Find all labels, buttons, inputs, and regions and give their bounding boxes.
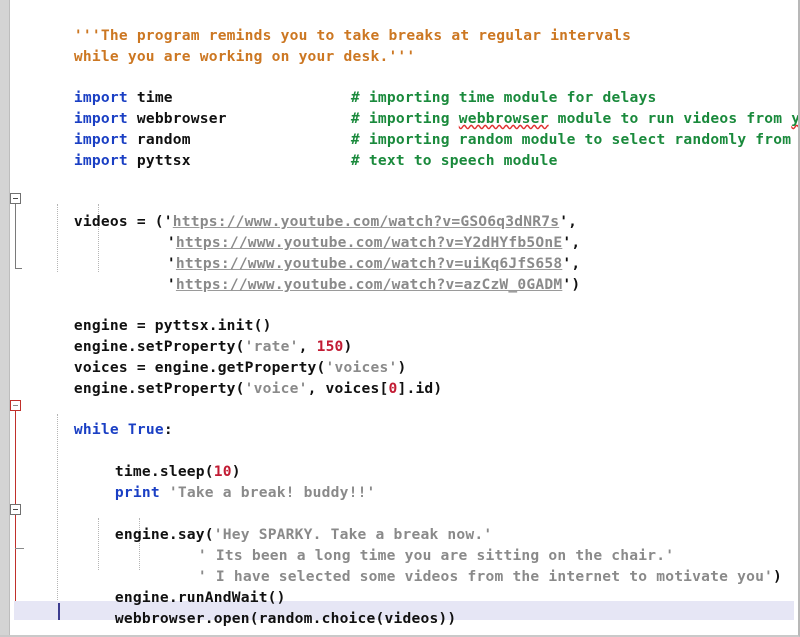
paren-close: ) [773, 568, 783, 585]
keyword-while: while [73, 421, 119, 438]
code-editor-window[interactable]: '''The program reminds you to take break… [0, 0, 800, 637]
code-line-engine-say[interactable]: engine.say('Hey SPARKY. Take a break now… [61, 503, 492, 543]
comment-text: # text to speech module [350, 152, 558, 169]
module-name: pyttsx [136, 152, 191, 169]
keyword-print: print [114, 484, 160, 501]
code-line-import-random[interactable]: import random [20, 108, 191, 148]
code-line-say-string-3[interactable]: ' I have selected some videos from the i… [144, 545, 782, 585]
paren-close: ) [433, 380, 443, 397]
code-line-set-rate[interactable]: engine.setProperty('rate', 150) [20, 315, 353, 355]
code-line-import-pyttsx[interactable]: import pyttsx [20, 129, 191, 169]
code-surface[interactable]: '''The program reminds you to take break… [10, 0, 798, 635]
code-line-while-true[interactable]: while True: [20, 398, 173, 438]
videos-suffix: ') [562, 276, 581, 293]
video-url-4[interactable]: https://www.youtube.com/watch?v=azCzW_0G… [176, 276, 562, 293]
code-line-video-4[interactable]: 'https://www.youtube.com/watch?v=azCzW_0… [113, 253, 580, 293]
code-line-get-voices[interactable]: voices = engine.getProperty('voices') [20, 336, 406, 376]
code-line-docstring-1[interactable]: '''The program reminds you to take break… [20, 4, 631, 44]
voices-index-open: , voices[ [307, 380, 389, 397]
colon: : [163, 421, 173, 438]
code-line-import-time[interactable]: import time [20, 66, 173, 106]
quote-open: ' [166, 276, 176, 293]
code-line-engine-init[interactable]: engine = pyttsx.init() [20, 294, 272, 334]
docstring-text: while you are working on your desk.''' [73, 48, 416, 65]
code-line-import-webbrowser[interactable]: import webbrowser [20, 87, 227, 127]
code-line-print[interactable]: print 'Take a break! buddy!!' [61, 461, 376, 501]
text-caret [58, 603, 60, 620]
code-line-time-sleep[interactable]: time.sleep(10) [61, 440, 241, 480]
code-line-open-browser[interactable]: webbrowser.open(random.choice(videos)) [61, 587, 456, 627]
code-line-video-3[interactable]: 'https://www.youtube.com/watch?v=uiKq6Jf… [113, 232, 580, 272]
code-line-videos-assign[interactable]: videos = ('https://www.youtube.com/watch… [20, 190, 577, 230]
comment-import-pyttsx: # text to speech module [297, 129, 558, 169]
set-voice-call: engine.setProperty( [73, 380, 245, 397]
code-line-set-voice[interactable]: engine.setProperty('voice', voices[0].id… [20, 357, 442, 397]
comment-import-time: # importing time module for delays [297, 66, 656, 106]
voices-index-close: ].id [397, 380, 434, 397]
keyword-true: True [127, 421, 164, 438]
code-line-say-string-2[interactable]: ' Its been a long time you are sitting o… [144, 524, 674, 564]
code-line-run-and-wait[interactable]: engine.runAndWait() [61, 566, 286, 606]
editor-gutter [0, 0, 10, 635]
code-line-video-2[interactable]: 'https://www.youtube.com/watch?v=Y2dHYfb… [113, 211, 580, 251]
comment-import-webbrowser: # importing webbrowser module to run vid… [297, 87, 798, 127]
open-browser-text: webbrowser.open(random.choice(videos)) [114, 610, 457, 627]
keyword-import: import [73, 152, 128, 169]
code-line-docstring-2[interactable]: while you are working on your desk.''' [20, 25, 415, 65]
set-voice-key: 'voice' [244, 380, 308, 397]
comment-import-random: # importing random module to select rand… [297, 108, 798, 148]
print-message: 'Take a break! buddy!!' [168, 484, 376, 501]
indent-guide [57, 414, 59, 604]
